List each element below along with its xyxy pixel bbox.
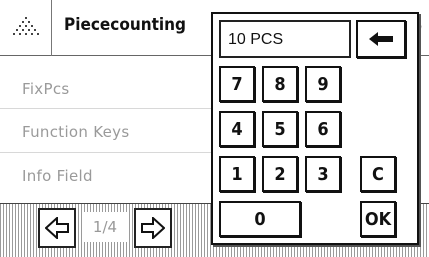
next-page-button[interactable] — [134, 208, 172, 248]
key-9[interactable]: 9 — [305, 66, 341, 102]
key-0[interactable]: 0 — [219, 201, 301, 237]
key-7[interactable]: 7 — [219, 66, 255, 102]
backspace-arrow-icon — [369, 32, 393, 46]
numeric-keypad-dialog: 10 PCS 7 8 9 4 5 6 1 2 3 C 0 OK — [211, 12, 419, 245]
menu-item-fixpcs[interactable]: FixPcs — [22, 80, 70, 98]
arrow-left-icon — [45, 217, 69, 239]
clear-key[interactable]: C — [360, 156, 396, 192]
divider — [0, 152, 212, 153]
divider — [0, 108, 212, 109]
key-2[interactable]: 2 — [262, 156, 298, 192]
menu-item-info-field[interactable]: Info Field — [22, 167, 93, 185]
page-title: Piececounting — [64, 15, 187, 35]
key-1[interactable]: 1 — [219, 156, 255, 192]
application-icon-box[interactable] — [0, 0, 52, 56]
key-4[interactable]: 4 — [219, 111, 255, 147]
key-8[interactable]: 8 — [262, 66, 298, 102]
input-display[interactable]: 10 PCS — [219, 20, 351, 58]
piececount-icon — [13, 17, 39, 35]
key-6[interactable]: 6 — [305, 111, 341, 147]
ok-button[interactable]: OK — [360, 201, 396, 237]
page-indicator: 1/4 — [83, 212, 127, 242]
previous-page-button[interactable] — [38, 208, 76, 248]
key-5[interactable]: 5 — [262, 111, 298, 147]
backspace-button[interactable] — [356, 20, 406, 58]
menu-item-function-keys[interactable]: Function Keys — [22, 123, 129, 141]
arrow-right-icon — [141, 217, 165, 239]
key-3[interactable]: 3 — [305, 156, 341, 192]
